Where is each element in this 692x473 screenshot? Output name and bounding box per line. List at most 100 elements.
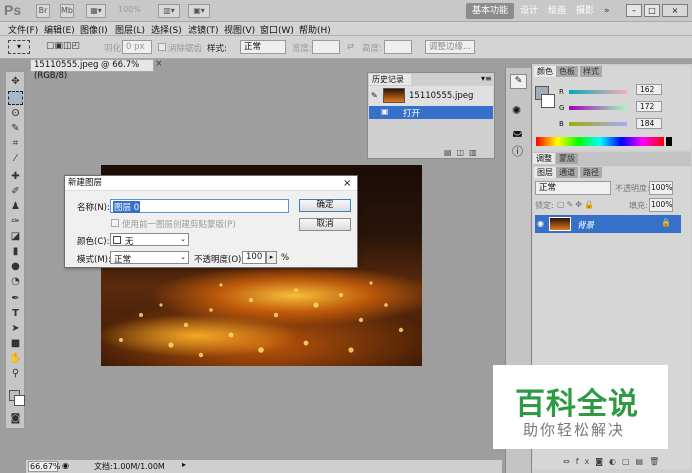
minimize-button[interactable]: – [626,4,642,17]
workspace-paint-button[interactable]: 绘画 [548,3,566,19]
bg-color-swatch-panel[interactable] [541,94,555,108]
styles-tab[interactable]: 样式 [580,66,602,77]
layer-row-background[interactable]: ◉ 背景 🔒 [535,215,681,233]
lock-icons[interactable]: ▢✎✥🔒 [557,200,596,209]
hand-tool-icon[interactable]: ✋ [8,352,23,366]
layer-name-input[interactable]: 图层 0 [110,199,289,213]
history-step-row[interactable]: ▣ 打开 [369,106,493,119]
history-footer-icons[interactable]: ▤◫▥ [444,148,482,157]
eyedropper-tool-icon[interactable]: ⁄ [8,152,23,166]
blur-tool-icon[interactable]: ● [8,260,23,274]
menu-help[interactable]: 帮助(H) [299,23,331,36]
status-nav-icon[interactable]: ◉ [62,461,69,470]
workspace-more-button[interactable]: » [604,3,610,19]
zoom-level-select[interactable]: 100% [118,5,141,14]
crop-tool-icon[interactable]: ⌗ [8,137,23,151]
selection-mode-icons[interactable]: ▢▣◫◰ [46,41,92,53]
swatches-tab[interactable]: 色板 [556,66,578,77]
document-tab[interactable]: 15110555.jpeg @ 66.7%(RGB/8) [30,59,154,81]
r-value[interactable]: 162 [636,84,662,95]
g-value[interactable]: 172 [636,101,662,112]
blend-mode-select[interactable]: 正常 [535,181,611,195]
height-input[interactable] [384,40,412,54]
color-spectrum-bar[interactable] [536,137,664,146]
history-panel-tab[interactable]: 历史记录 [369,74,411,85]
view-extras-icon[interactable]: ▦▾ [86,4,106,18]
close-document-icon[interactable]: × [155,59,163,69]
screen-mode-icon[interactable]: ▣▾ [188,4,210,18]
menu-view[interactable]: 视图(V) [224,23,255,36]
close-app-button[interactable]: × [662,4,688,17]
path-select-tool-icon[interactable]: ➤ [8,322,23,336]
b-value[interactable]: 184 [636,118,662,129]
layers-tab[interactable]: 图层 [534,167,556,178]
menu-file[interactable]: 文件(F) [8,23,38,36]
menu-edit[interactable]: 编辑(E) [44,23,75,36]
style-select[interactable]: 正常 [240,40,286,54]
mode-select[interactable]: 正常 ⌄ [110,251,189,265]
history-snapshot-row[interactable]: ✎ 15110555.jpeg [369,86,493,106]
eraser-tool-icon[interactable]: ◪ [8,230,23,244]
history-brush-tool-icon[interactable]: ✑ [8,215,23,229]
adjustments-tab[interactable]: 调整 [533,153,555,164]
workspace-basic-button[interactable]: 基本功能 [466,3,514,19]
dodge-tool-icon[interactable]: ◔ [8,275,23,289]
opacity-slider-arrow-icon[interactable]: ▸ [266,251,277,264]
status-menu-arrow-icon[interactable]: ▸ [182,460,186,469]
pen-tool-icon[interactable]: ✒ [8,292,23,306]
fill-input[interactable]: 100% [649,198,673,212]
clone-stamp-tool-icon[interactable]: ♟ [8,200,23,214]
arrange-documents-icon[interactable]: ▥▾ [158,4,180,18]
clip-mask-checkbox[interactable] [111,219,119,227]
menu-select[interactable]: 选择(S) [151,23,182,36]
dialog-close-button[interactable]: × [343,178,351,189]
workspace-design-button[interactable]: 设计 [520,3,538,19]
quick-mask-icon[interactable]: ◙ [8,412,23,426]
healing-brush-tool-icon[interactable]: ✚ [8,170,23,184]
ok-button[interactable]: 确定 [299,199,351,212]
brush-tool-icon[interactable]: ✐ [8,185,23,199]
dialog-opacity-input[interactable]: 100 [242,251,266,264]
menu-image[interactable]: 图像(I) [80,23,108,36]
history-dock-icon[interactable]: ✎ [510,74,527,89]
masks-tab[interactable]: 蒙版 [556,153,578,164]
shape-tool-icon[interactable]: ■ [8,337,23,351]
move-tool-icon[interactable]: ✥ [8,75,23,89]
minibridge-icon[interactable]: Mb [60,4,74,18]
maximize-button[interactable]: □ [644,4,660,17]
paths-tab[interactable]: 路径 [580,167,602,178]
actions-dock-icon[interactable]: ✺ [512,104,521,117]
clone-source-dock-icon[interactable]: ◛ [512,124,523,137]
color-tab[interactable]: 颜色 [534,66,556,77]
background-color-swatch[interactable] [14,395,25,406]
menu-window[interactable]: 窗口(W) [260,23,294,36]
lasso-tool-icon[interactable]: ʘ [8,107,23,121]
refine-edge-button[interactable]: 调整边缘... [425,40,475,54]
feather-input[interactable]: 0 px [122,40,152,54]
type-tool-icon[interactable]: T [8,307,23,321]
quick-select-tool-icon[interactable]: ✎ [8,122,23,136]
layer-opacity-input[interactable]: 100% [649,181,673,195]
gradient-tool-icon[interactable]: ▮ [8,245,23,259]
status-zoom-field[interactable]: 66.67% [28,461,61,472]
menu-filter[interactable]: 滤镜(T) [188,23,219,36]
width-input[interactable] [312,40,340,54]
black-swatch[interactable] [666,137,672,146]
marquee-preset-icon[interactable]: ▾ [8,40,30,54]
workspace-photo-button[interactable]: 摄影 [576,3,594,19]
b-slider[interactable] [569,122,627,126]
menu-layer[interactable]: 图层(L) [115,23,145,36]
swap-icon[interactable]: ⇄ [347,42,354,52]
r-slider[interactable] [569,90,627,94]
zoom-tool-icon[interactable]: ⚲ [8,367,23,381]
channels-tab[interactable]: 通道 [556,167,578,178]
marquee-tool-icon[interactable] [8,91,23,105]
antialias-checkbox[interactable] [158,43,166,51]
color-select[interactable]: 无 ⌄ [110,233,189,247]
layer-visibility-eye-icon[interactable]: ◉ [537,219,544,228]
info-dock-icon[interactable]: ⓘ [512,143,523,159]
layers-footer-icons[interactable]: ⇔fx◙◐▢▤🗑 [563,457,665,466]
cancel-button[interactable]: 取消 [299,218,351,231]
g-slider[interactable] [569,106,627,110]
bridge-icon[interactable]: Br [36,4,50,18]
